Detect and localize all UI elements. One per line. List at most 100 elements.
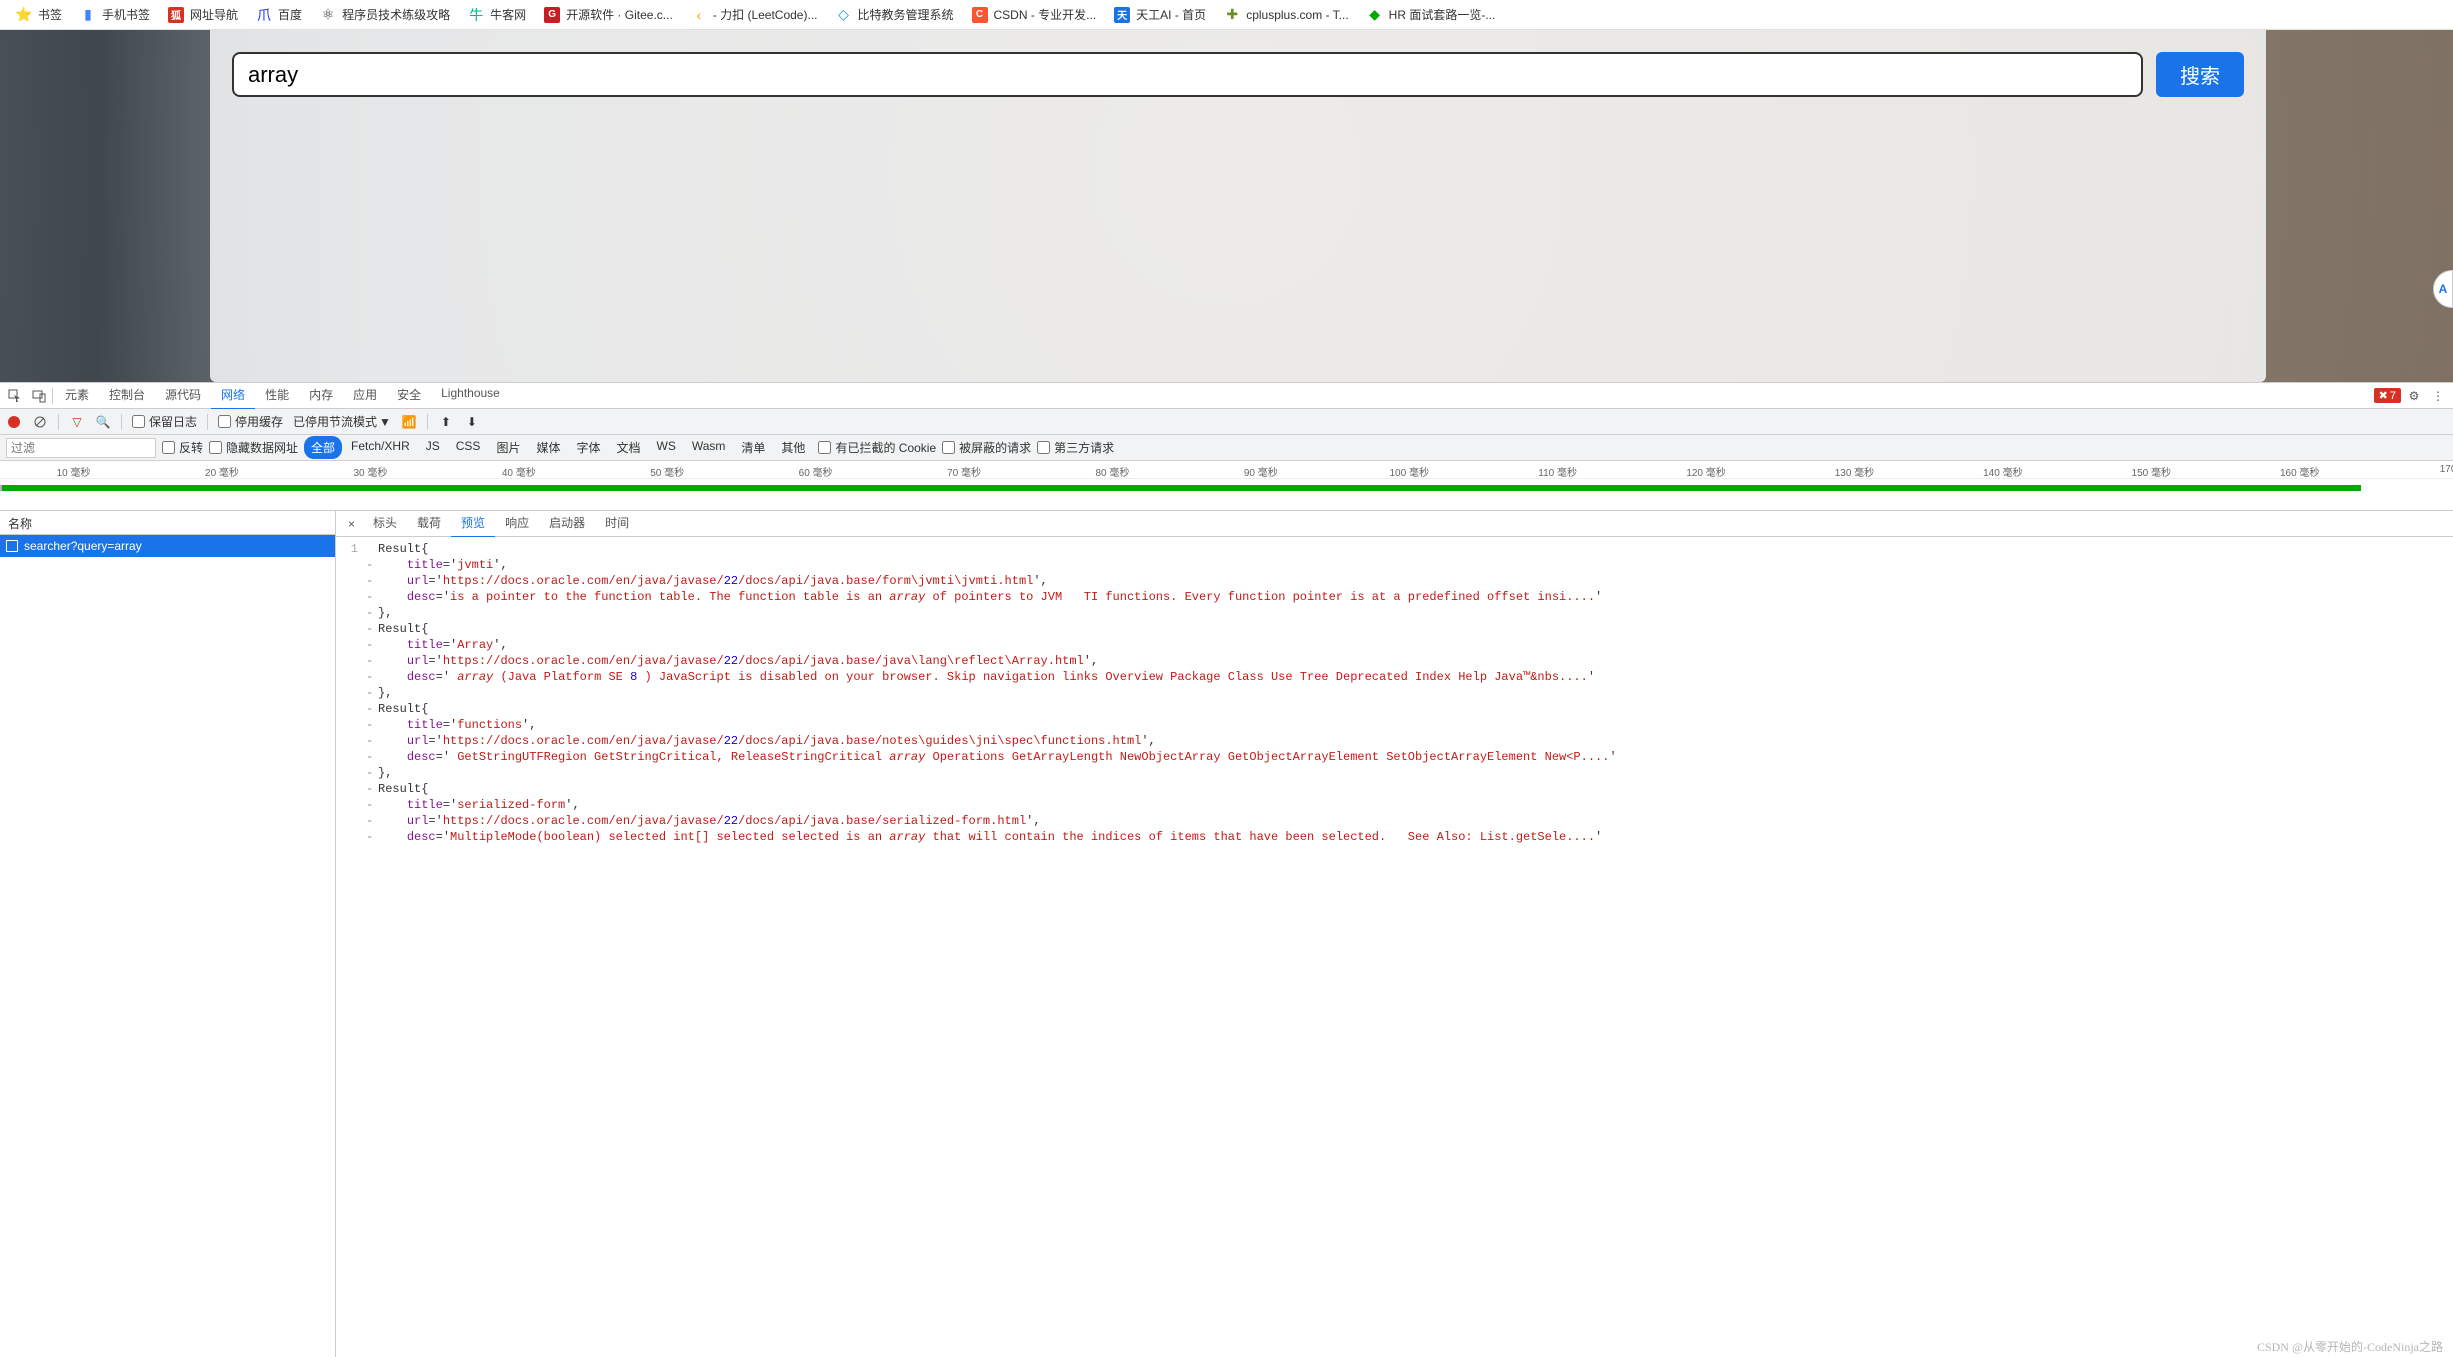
filter-type[interactable]: 其他 bbox=[774, 436, 812, 459]
timeline-tick: 140 毫秒 bbox=[1983, 464, 2022, 479]
bookmark-icon: 天 bbox=[1114, 7, 1130, 23]
bookmark-item[interactable]: ✚cplusplus.com - T... bbox=[1216, 4, 1356, 26]
float-badge[interactable]: A bbox=[2433, 270, 2453, 308]
timeline[interactable]: 10 毫秒20 毫秒30 毫秒40 毫秒50 毫秒60 毫秒70 毫秒80 毫秒… bbox=[0, 461, 2453, 511]
watermark: CSDN @从零开始的-CodeNinja之路 bbox=[2257, 1338, 2443, 1355]
devtools-tab[interactable]: 性能 bbox=[255, 381, 299, 410]
bookmark-icon: ▮ bbox=[80, 7, 96, 23]
filter-input[interactable] bbox=[6, 438, 156, 458]
filter-type[interactable]: 文档 bbox=[609, 436, 647, 459]
bookmark-label: 网址导航 bbox=[190, 6, 238, 23]
filter-icon[interactable]: ▽ bbox=[69, 414, 85, 430]
filter-type[interactable]: 字体 bbox=[569, 436, 607, 459]
bookmark-label: HR 面试套路一览-... bbox=[1389, 6, 1496, 23]
filter-type[interactable]: 图片 bbox=[489, 436, 527, 459]
devtools-tab[interactable]: 网络 bbox=[211, 381, 255, 410]
preview-line: - url='https://docs.oracle.com/en/java/j… bbox=[336, 733, 2453, 749]
inspect-icon[interactable] bbox=[4, 385, 26, 407]
preview-line: -}, bbox=[336, 685, 2453, 701]
timeline-tick: 170 bbox=[2440, 464, 2453, 475]
error-badge[interactable]: ✖7 bbox=[2374, 388, 2401, 403]
timeline-tick: 100 毫秒 bbox=[1390, 464, 1429, 479]
third-party-checkbox[interactable]: 第三方请求 bbox=[1037, 439, 1114, 456]
search-button[interactable]: 搜索 bbox=[2156, 52, 2244, 97]
bookmark-item[interactable]: 狐网址导航 bbox=[160, 3, 246, 26]
devtools-tab[interactable]: Lighthouse bbox=[431, 381, 510, 410]
bookmark-item[interactable]: G开源软件 · Gitee.c... bbox=[536, 3, 681, 26]
invert-checkbox[interactable]: 反转 bbox=[162, 439, 203, 456]
bookmark-item[interactable]: 牛牛客网 bbox=[460, 3, 534, 26]
page-content: 搜索 A bbox=[0, 30, 2453, 382]
devtools-tab[interactable]: 源代码 bbox=[155, 381, 211, 410]
bookmark-item[interactable]: ⭐书签 bbox=[8, 3, 70, 26]
bookmark-item[interactable]: 爪百度 bbox=[248, 3, 310, 26]
disable-cache-checkbox[interactable]: 停用缓存 bbox=[218, 413, 283, 430]
close-icon[interactable]: × bbox=[340, 512, 363, 536]
bookmark-item[interactable]: 天天工AI - 首页 bbox=[1106, 3, 1214, 26]
search-input[interactable] bbox=[232, 52, 2143, 97]
bookmark-item[interactable]: ⚛程序员技术练级攻略 bbox=[312, 3, 458, 26]
bookmark-item[interactable]: ◇比特教务管理系统 bbox=[827, 3, 961, 26]
bookmark-icon: ⭐ bbox=[16, 7, 32, 23]
filter-type[interactable]: Fetch/XHR bbox=[344, 436, 417, 459]
timeline-tick: 150 毫秒 bbox=[2132, 464, 2171, 479]
bookmark-icon: 狐 bbox=[168, 7, 184, 23]
more-icon[interactable]: ⋮ bbox=[2427, 385, 2449, 407]
preview-pane[interactable]: 1Result{- title='jvmti',- url='https://d… bbox=[336, 537, 2453, 1357]
filter-type[interactable]: CSS bbox=[449, 436, 488, 459]
bookmark-icon: ⚛ bbox=[320, 7, 336, 23]
hide-data-checkbox[interactable]: 隐藏数据网址 bbox=[209, 439, 298, 456]
preview-line: - desc='is a pointer to the function tab… bbox=[336, 589, 2453, 605]
detail-tab[interactable]: 载荷 bbox=[407, 511, 451, 538]
clear-icon[interactable] bbox=[32, 414, 48, 430]
preserve-log-checkbox[interactable]: 保留日志 bbox=[132, 413, 197, 430]
name-column-header[interactable]: 名称 bbox=[0, 511, 335, 535]
filter-type[interactable]: 清单 bbox=[734, 436, 772, 459]
wifi-icon[interactable]: 📶 bbox=[401, 414, 417, 430]
preview-line: - desc=' array (Java Platform SE 8 ) Jav… bbox=[336, 669, 2453, 685]
bookmark-item[interactable]: ‹- 力扣 (LeetCode)... bbox=[683, 3, 826, 26]
bookmark-label: 牛客网 bbox=[490, 6, 526, 23]
detail-tab[interactable]: 启动器 bbox=[539, 511, 595, 538]
preview-line: -Result{ bbox=[336, 701, 2453, 717]
search-icon[interactable]: 🔍 bbox=[95, 414, 111, 430]
download-icon[interactable]: ⬇ bbox=[464, 414, 480, 430]
detail-tab[interactable]: 响应 bbox=[495, 511, 539, 538]
devtools-tab[interactable]: 内存 bbox=[299, 381, 343, 410]
settings-icon[interactable]: ⚙ bbox=[2403, 385, 2425, 407]
timeline-tick: 160 毫秒 bbox=[2280, 464, 2319, 479]
detail-tab[interactable]: 标头 bbox=[363, 511, 407, 538]
bookmark-item[interactable]: ◆HR 面试套路一览-... bbox=[1359, 3, 1504, 26]
bookmark-item[interactable]: CCSDN - 专业开发... bbox=[964, 3, 1105, 26]
bookmark-label: 手机书签 bbox=[102, 6, 150, 23]
bookmark-icon: 牛 bbox=[468, 7, 484, 23]
devtools-tab[interactable]: 应用 bbox=[343, 381, 387, 410]
upload-icon[interactable]: ⬆ bbox=[438, 414, 454, 430]
record-icon[interactable] bbox=[6, 414, 22, 430]
document-icon bbox=[6, 540, 18, 552]
bookmark-label: cplusplus.com - T... bbox=[1246, 8, 1348, 22]
devtools-tab[interactable]: 安全 bbox=[387, 381, 431, 410]
bookmark-label: 比特教务管理系统 bbox=[857, 6, 953, 23]
timeline-tick: 30 毫秒 bbox=[353, 464, 387, 479]
filter-type[interactable]: JS bbox=[419, 436, 447, 459]
preview-line: - url='https://docs.oracle.com/en/java/j… bbox=[336, 653, 2453, 669]
throttle-select[interactable]: 已停用节流模式 ▼ bbox=[293, 413, 391, 430]
bookmark-item[interactable]: ▮ 手机书签 bbox=[72, 3, 158, 26]
detail-tab[interactable]: 时间 bbox=[595, 511, 639, 538]
preview-line: -}, bbox=[336, 605, 2453, 621]
blocked-req-checkbox[interactable]: 被屏蔽的请求 bbox=[942, 439, 1031, 456]
timeline-tick: 110 毫秒 bbox=[1538, 464, 1577, 479]
blocked-cookie-checkbox[interactable]: 有已拦截的 Cookie bbox=[818, 439, 936, 456]
filter-type[interactable]: 媒体 bbox=[529, 436, 567, 459]
search-card: 搜索 bbox=[210, 30, 2266, 382]
filter-type[interactable]: WS bbox=[650, 436, 683, 459]
devtools: 元素控制台源代码网络性能内存应用安全Lighthouse ✖7 ⚙ ⋮ ▽ 🔍 … bbox=[0, 382, 2453, 1357]
devtools-tab[interactable]: 元素 bbox=[55, 381, 99, 410]
filter-type[interactable]: 全部 bbox=[304, 436, 342, 459]
devtools-tab[interactable]: 控制台 bbox=[99, 381, 155, 410]
device-icon[interactable] bbox=[28, 385, 50, 407]
request-row[interactable]: searcher?query=array bbox=[0, 535, 335, 557]
detail-tab[interactable]: 预览 bbox=[451, 511, 495, 538]
filter-type[interactable]: Wasm bbox=[685, 436, 733, 459]
